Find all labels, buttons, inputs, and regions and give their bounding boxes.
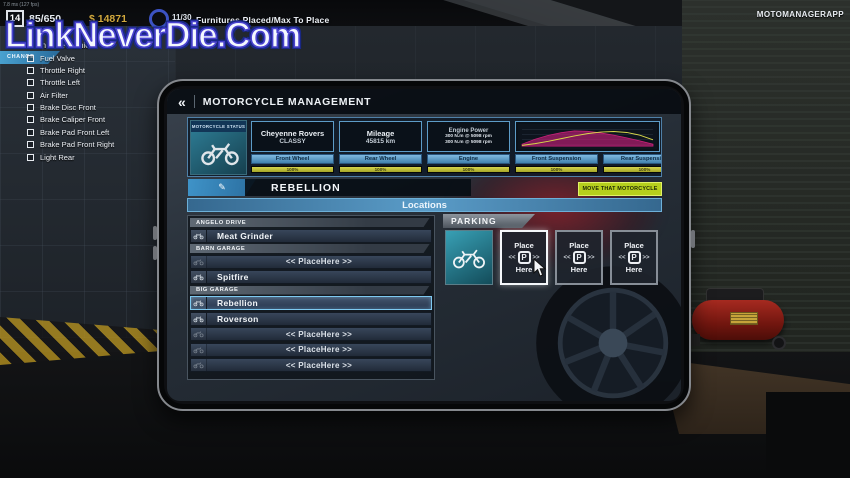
location-row-empty[interactable]: << PlaceHere >> [190, 255, 432, 269]
location-section-big-garage: BIG GARAGE [190, 286, 432, 295]
air-compressor-foot [690, 334, 700, 346]
game-screen: 7.8 ms (127 fps) 14 85/650 $ 14871 11/30… [0, 0, 850, 478]
workbench [766, 392, 850, 478]
motorcycle-icon [191, 359, 207, 371]
checkbox-icon[interactable] [27, 141, 34, 148]
checkbox-icon[interactable] [27, 116, 34, 123]
checklist-item[interactable]: Brake Caliper Front [27, 116, 114, 124]
bike-model-card: Cheyenne Rovers CLASSY [251, 121, 334, 152]
checkbox-icon[interactable] [27, 104, 34, 111]
location-section-barn-garage: BARN GARAGE [190, 244, 432, 253]
mileage-title: Mileage [367, 129, 395, 138]
right-arrows: >> [588, 255, 595, 261]
parking-slot-occupied[interactable] [445, 230, 493, 285]
left-arrows: << [563, 255, 570, 261]
tablet-screen: « MOTORCYCLE MANAGEMENT MOTORCYCLE STATU… [167, 89, 681, 401]
checklist-item[interactable]: Brake Pad Front Right [27, 141, 114, 149]
location-row-rebellion[interactable]: Rebellion [190, 296, 432, 310]
location-row-meat-grinder[interactable]: Meat Grinder [190, 229, 432, 243]
motorcycle-icon [191, 256, 207, 268]
locations-list: ANGELO DRIVE Meat Grinder BARN GARAGE <<… [187, 215, 435, 380]
left-arrows: << [618, 255, 625, 261]
checklist-item[interactable]: Brake Pad Front Left [27, 128, 114, 136]
app-title: MOTORCYCLE MANAGEMENT [203, 96, 372, 108]
move-motorcycle-button[interactable]: MOVE THAT MOTORCYCLE [578, 182, 662, 196]
motorcycle-thumbnail: MOTORCYCLE STATUS [190, 120, 247, 175]
tablet-volume-button [153, 226, 157, 240]
app-name: MOTOMANAGERAPP [757, 10, 844, 19]
location-row-empty[interactable]: << PlaceHere >> [190, 358, 432, 372]
performance-counter: 7.8 ms (127 fps) [3, 2, 39, 8]
parking-p-icon: P [573, 251, 586, 264]
condition-front-wheel: Front Wheel 100% [251, 154, 334, 175]
location-section-angelo-drive: ANGELO DRIVE [190, 218, 432, 227]
condition-front-suspension: Front Suspension 100% [515, 154, 598, 175]
checkbox-icon[interactable] [27, 154, 34, 161]
mouse-cursor [533, 258, 547, 278]
air-compressor-label [730, 312, 758, 325]
parking-slot-place-here[interactable]: Place << P >> Here [610, 230, 658, 285]
air-compressor-wheel [772, 336, 786, 350]
motorcycle-icon [191, 344, 207, 356]
location-row-empty[interactable]: << PlaceHere >> [190, 343, 432, 357]
right-arrows: >> [643, 255, 650, 261]
condition-rear-wheel: Rear Wheel 100% [339, 154, 422, 175]
bike-brand: Cheyenne Rovers [261, 129, 324, 138]
checklist-item[interactable]: Brake Disc Front [27, 104, 114, 112]
checkbox-icon[interactable] [27, 92, 34, 99]
parking-slot-place-here[interactable]: Place << P >> Here [555, 230, 603, 285]
back-button[interactable]: « [178, 95, 186, 109]
motorcycle-icon [199, 137, 241, 169]
dyno-chart [515, 121, 660, 152]
condition-rear-suspension: Rear Suspension 100% [603, 154, 662, 175]
motorcycle-icon [191, 230, 207, 242]
parking-header: PARKING [443, 214, 535, 228]
motorcycle-status-panel: MOTORCYCLE STATUS Cheyenne Rovers CLASSY… [187, 117, 662, 177]
checkbox-icon[interactable] [27, 79, 34, 86]
bike-model: CLASSY [279, 138, 305, 145]
job-checklist: Fuel Valve Throttle Right Throttle Left … [27, 54, 114, 161]
checklist-item[interactable]: Air Filter [27, 91, 114, 99]
status-panel-label: MOTORCYCLE STATUS [191, 121, 246, 132]
engine-power-value: 300 N.m @ 5098 rpm [445, 140, 492, 146]
mileage-card: Mileage 45815 km [339, 121, 422, 152]
parking-p-icon: P [518, 251, 531, 264]
header-divider [194, 95, 195, 108]
left-arrows: << [508, 255, 515, 261]
checkbox-icon[interactable] [27, 129, 34, 136]
tablet-volume-button [153, 246, 157, 260]
pencil-icon: ✎ [218, 182, 226, 193]
dyno-chart-svg [518, 124, 657, 149]
motorcycle-icon [451, 245, 487, 271]
motorcycle-icon [191, 297, 207, 309]
locations-header: Locations [187, 198, 662, 212]
parking-p-icon: P [628, 251, 641, 264]
watermark: LinkNeverDie.Com [5, 16, 300, 56]
tablet-power-button [691, 230, 695, 248]
motorcycle-icon [191, 271, 207, 283]
parking-slots: Place << P >> Here Place << P >> Here Pl… [445, 230, 660, 287]
checklist-item[interactable]: Throttle Right [27, 66, 114, 74]
condition-engine: Engine 100% [427, 154, 510, 175]
motorcycle-icon [191, 313, 207, 325]
location-row-roverson[interactable]: Roverson [190, 312, 432, 326]
app-header: « MOTORCYCLE MANAGEMENT [167, 89, 681, 114]
checkbox-icon[interactable] [27, 67, 34, 74]
location-row-spitfire[interactable]: Spitfire [190, 270, 432, 284]
engine-power-card: Engine Power 300 N.m @ 5098 rpm 300 N.m … [427, 121, 510, 152]
bike-name: REBELLION [245, 179, 471, 196]
mileage-value: 45815 km [366, 138, 395, 145]
checklist-item[interactable]: Throttle Left [27, 79, 114, 87]
motorcycle-icon [191, 328, 207, 340]
location-row-empty[interactable]: << PlaceHere >> [190, 327, 432, 341]
checklist-item[interactable]: Light Rear [27, 153, 114, 161]
